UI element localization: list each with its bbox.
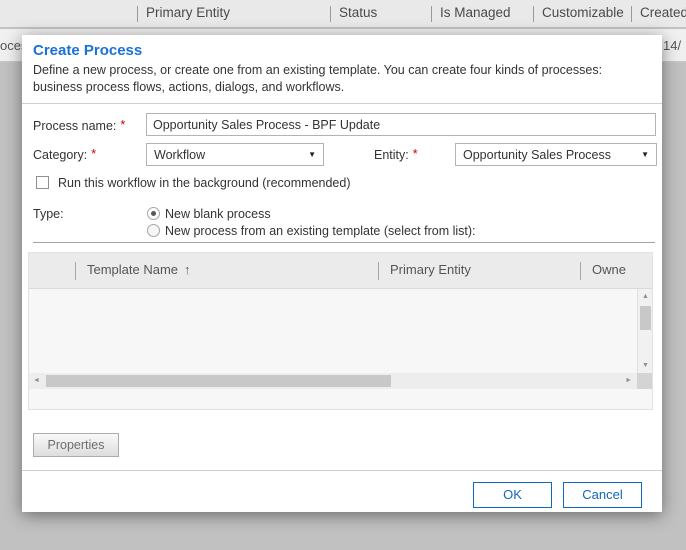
scroll-right-icon[interactable]: ► bbox=[625, 377, 632, 384]
divider bbox=[22, 470, 662, 471]
column-separator bbox=[631, 6, 632, 22]
dropdown-arrow-icon: ▼ bbox=[308, 150, 316, 159]
new-blank-process-label: New blank process bbox=[165, 207, 271, 221]
column-label: Owne bbox=[592, 262, 626, 277]
column-label: Template Name bbox=[87, 262, 179, 277]
column-separator bbox=[330, 6, 331, 22]
process-name-input[interactable] bbox=[146, 113, 656, 136]
new-from-template-radio[interactable] bbox=[147, 224, 160, 237]
column-label: Is Managed bbox=[440, 5, 511, 20]
required-asterisk: * bbox=[120, 118, 126, 132]
required-asterisk: * bbox=[412, 147, 418, 161]
column-separator bbox=[533, 6, 534, 22]
sort-ascending-icon: ↑ bbox=[184, 262, 191, 277]
template-grid-header: Template Name ↑ Primary Entity Owne bbox=[29, 253, 652, 289]
column-label: Created bbox=[640, 5, 686, 20]
entity-selected-value: Opportunity Sales Process bbox=[463, 148, 611, 162]
entity-label: Entity: * bbox=[374, 147, 418, 162]
required-asterisk: * bbox=[91, 147, 97, 161]
category-label: Category: * bbox=[33, 147, 97, 162]
horizontal-scrollbar[interactable]: ◄ ► bbox=[29, 373, 637, 389]
divider bbox=[33, 242, 655, 243]
new-from-template-label: New process from an existing template (s… bbox=[165, 224, 476, 238]
horizontal-scroll-thumb[interactable] bbox=[46, 375, 391, 387]
column-separator bbox=[137, 6, 138, 22]
create-process-dialog: Create Process Define a new process, or … bbox=[22, 35, 662, 512]
column-separator bbox=[580, 262, 581, 280]
vertical-scrollbar[interactable]: ▲ ▼ bbox=[637, 289, 652, 373]
scroll-up-icon[interactable]: ▲ bbox=[640, 293, 651, 300]
process-name-label: Process name: * bbox=[33, 118, 126, 133]
dialog-title: Create Process bbox=[33, 42, 143, 59]
ok-button[interactable]: OK bbox=[473, 482, 552, 508]
properties-button[interactable]: Properties bbox=[33, 433, 119, 457]
dialog-description: Define a new process, or create one from… bbox=[33, 63, 603, 94]
run-background-checkbox[interactable] bbox=[36, 176, 49, 189]
scroll-left-icon[interactable]: ◄ bbox=[33, 377, 40, 384]
template-grid-body bbox=[29, 289, 637, 373]
category-selected-value: Workflow bbox=[154, 148, 206, 162]
type-label: Type: bbox=[33, 207, 64, 221]
vertical-scroll-thumb[interactable] bbox=[640, 306, 651, 330]
scrollbar-corner bbox=[637, 373, 652, 389]
dropdown-arrow-icon: ▼ bbox=[641, 150, 649, 159]
column-label: Status bbox=[339, 5, 378, 20]
column-separator bbox=[378, 262, 379, 280]
template-grid: Template Name ↑ Primary Entity Owne ▲ ▼ ◄… bbox=[28, 252, 653, 410]
column-separator bbox=[75, 262, 76, 280]
background-grid-header: Primary Entity Status Is Managed Customi… bbox=[0, 0, 686, 28]
entity-select[interactable]: Opportunity Sales Process ▼ bbox=[455, 143, 657, 166]
column-label: Primary Entity bbox=[390, 262, 471, 277]
scroll-down-icon[interactable]: ▼ bbox=[640, 362, 651, 369]
new-blank-process-radio[interactable] bbox=[147, 207, 160, 220]
column-label: Primary Entity bbox=[146, 5, 231, 20]
category-select[interactable]: Workflow ▼ bbox=[146, 143, 324, 166]
run-background-label: Run this workflow in the background (rec… bbox=[58, 176, 351, 190]
column-separator bbox=[431, 6, 432, 22]
background-row-date: 14/ bbox=[663, 38, 682, 53]
divider bbox=[22, 103, 662, 104]
column-label: Customizable bbox=[542, 5, 624, 20]
cancel-button[interactable]: Cancel bbox=[563, 482, 642, 508]
